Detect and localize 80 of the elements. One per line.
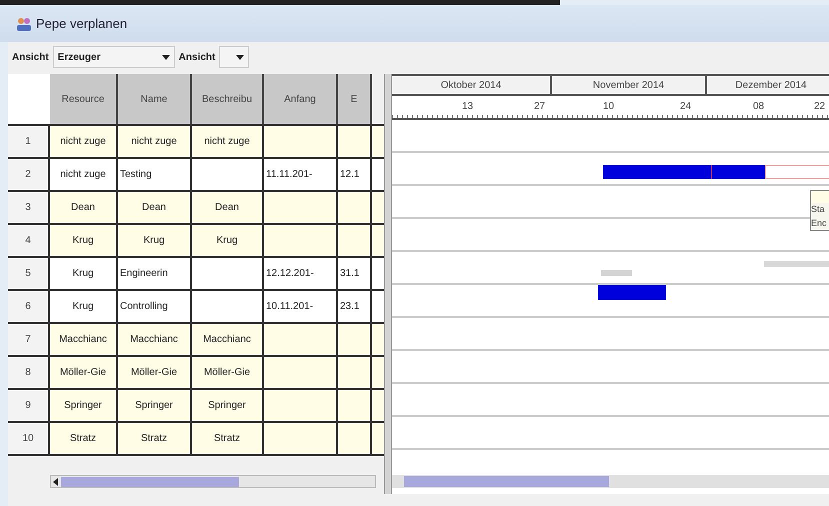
- people-icon: [16, 16, 32, 30]
- table-cell-text: Stratz: [214, 432, 240, 446]
- column-header[interactable]: E: [338, 74, 372, 124]
- row-number: 10: [8, 423, 50, 454]
- table-cell-text: nicht zuge: [204, 135, 250, 149]
- table-cell-text: nicht zuge: [131, 135, 177, 149]
- table-cell-text: 11.11.201-: [266, 168, 312, 182]
- table-cell-text: Krug: [72, 267, 94, 281]
- table-cell-text: Möller-Gie: [204, 366, 250, 380]
- left-arrow-icon[interactable]: [51, 478, 61, 486]
- month-header: Oktober 2014: [392, 76, 552, 94]
- table-cell-text: Möller-Gie: [60, 366, 106, 380]
- week-label: 27: [534, 100, 546, 114]
- table-cell-text: Controlling: [120, 300, 168, 314]
- week-label: 22: [814, 100, 826, 114]
- row-number: 2: [8, 159, 50, 190]
- row-number: 9: [8, 390, 50, 421]
- task-bar[interactable]: [711, 165, 765, 179]
- table-cell-text: Krug: [72, 234, 94, 248]
- splitter[interactable]: [384, 74, 392, 494]
- view-label: Ansicht: [12, 50, 49, 64]
- column-header[interactable]: Name: [118, 74, 192, 124]
- table-cell-text: nicht zuge: [60, 168, 106, 182]
- table-cell-text: Krug: [72, 300, 94, 314]
- week-label: 08: [753, 100, 764, 114]
- caret-icon: [162, 54, 170, 60]
- table-cell-text: Springer: [208, 399, 246, 413]
- row-number: 8: [8, 357, 50, 388]
- month-header: November 2014: [552, 76, 707, 94]
- table-cell-text: nicht zuge: [60, 135, 106, 149]
- column-header[interactable]: Anfang: [264, 74, 338, 124]
- table-cell-text: 31.1: [340, 267, 360, 281]
- table-cell-text: 12.12.201-: [266, 267, 314, 281]
- table-cell-text: Macchianc: [59, 333, 107, 347]
- row-number: 1: [8, 126, 50, 157]
- table-cell-text: Springer: [135, 399, 173, 413]
- row-number: 5: [8, 258, 50, 289]
- table-cell-text: Testing: [120, 168, 152, 182]
- table-cell-text: Möller-Gie: [130, 366, 178, 380]
- view-label: Ansicht: [178, 50, 216, 64]
- column-header[interactable]: Resource: [50, 74, 118, 124]
- table-cell-text: 12.1: [340, 168, 360, 182]
- task-bar[interactable]: [601, 270, 632, 276]
- task-bar[interactable]: [603, 165, 711, 179]
- table-cell-text: Springer: [64, 399, 102, 413]
- row-number: 6: [8, 291, 50, 322]
- table-cell-text: Dean: [215, 201, 239, 215]
- task-bar[interactable]: [764, 261, 829, 267]
- table-cell-text: 23.1: [340, 300, 360, 314]
- view-dropdown[interactable]: Erzeuger: [52, 46, 175, 68]
- column-header[interactable]: Beschreibu: [192, 74, 264, 124]
- caret-icon: [236, 54, 244, 60]
- week-label: 24: [680, 100, 692, 114]
- row-number: 4: [8, 225, 50, 256]
- table-cell-text: Dean: [142, 201, 166, 215]
- table-cell-text: Engineerin: [120, 267, 168, 281]
- row-number: 7: [8, 324, 50, 355]
- tooltip-text: Enc: [811, 216, 829, 230]
- week-label: 10: [603, 100, 614, 114]
- table-cell-text: Dean: [71, 201, 95, 215]
- table-cell-text: Stratz: [140, 432, 168, 446]
- task-bar[interactable]: [598, 285, 666, 300]
- task-bar[interactable]: [765, 165, 829, 179]
- scrollbar-thumb[interactable]: [404, 476, 609, 487]
- table-cell-text: Krug: [143, 234, 165, 248]
- table-cell-text: 10.11.201-: [266, 300, 314, 314]
- table-cell-text: Macchianc: [130, 333, 178, 347]
- table-cell-text: Stratz: [70, 432, 96, 446]
- window-title: Pepe verplanen: [36, 14, 128, 33]
- horizontal-scrollbar[interactable]: [50, 475, 376, 488]
- view-dropdown[interactable]: [219, 46, 250, 68]
- month-header: Dezember 2014: [707, 76, 829, 94]
- corner-cell: [8, 74, 50, 124]
- table-cell-text: Krug: [216, 234, 238, 248]
- table-cell-text: Macchianc: [203, 333, 251, 347]
- week-label: 13: [462, 100, 474, 114]
- row-number: 3: [8, 192, 50, 223]
- scrollbar-thumb[interactable]: [61, 476, 239, 486]
- tooltip-text: Sta: [811, 203, 829, 216]
- horizontal-scrollbar[interactable]: [392, 475, 829, 488]
